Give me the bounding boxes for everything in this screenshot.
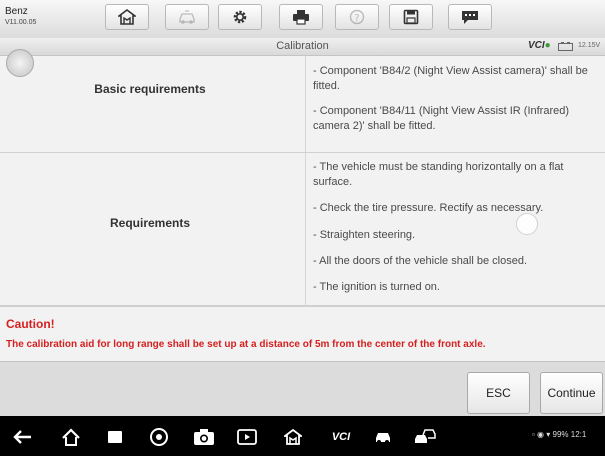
caution-panel: Caution! The calibration aid for long ra… xyxy=(0,306,605,361)
home-button[interactable] xyxy=(105,4,149,30)
requirement-item: - The ignition is turned on. xyxy=(313,281,440,293)
help-icon: ? xyxy=(349,9,365,25)
esc-button[interactable]: ESC xyxy=(467,372,530,414)
back-button[interactable] xyxy=(12,426,34,448)
home-icon xyxy=(118,9,136,25)
action-bar: ESC Continue xyxy=(0,361,605,417)
vehicles-button[interactable] xyxy=(414,426,436,448)
caution-title: Caution! xyxy=(6,317,55,331)
requirement-item: - Component 'B84/11 (Night View Assist I… xyxy=(313,105,570,132)
camera-button[interactable] xyxy=(193,426,215,448)
vci-label: VCI xyxy=(331,431,351,443)
requirement-item: - Straighten steering. xyxy=(313,229,416,241)
row-label-requirements: Requirements xyxy=(109,216,191,230)
android-home-button[interactable] xyxy=(60,426,82,448)
multi-car-icon xyxy=(415,429,436,443)
message-button[interactable] xyxy=(448,4,492,30)
requirements-table: Basic requirements - Component 'B84/2 (N… xyxy=(0,49,605,306)
svg-text:?: ? xyxy=(354,13,359,24)
gear-icon xyxy=(233,10,247,24)
app-name: Benz xyxy=(5,6,28,17)
page-title: Calibration xyxy=(276,40,329,52)
requirement-item: - Component 'B84/2 (Night View Assist ca… xyxy=(313,65,588,92)
autel-home-button[interactable] xyxy=(282,426,304,448)
settings-button[interactable] xyxy=(218,4,262,30)
wifi-icon: ▾ xyxy=(546,430,551,439)
camera-icon xyxy=(194,429,214,445)
message-icon xyxy=(462,11,478,24)
voltage-readout: 12.15V xyxy=(578,42,601,49)
requirement-item: - The vehicle must be standing horizonta… xyxy=(313,161,564,188)
battery-icon xyxy=(558,42,573,51)
printer-icon xyxy=(293,10,309,25)
media-icon xyxy=(237,429,257,445)
car-icon xyxy=(376,433,390,444)
home-arrow-icon xyxy=(62,428,80,446)
requirement-item: - Check the tire pressure. Rectify as ne… xyxy=(313,202,544,214)
vci-button[interactable]: VCI xyxy=(326,426,356,448)
status-bar: ▫ ◉ ▾ 99% 12:1 xyxy=(532,430,586,439)
overlay-handle[interactable] xyxy=(6,49,34,77)
requirement-item: - All the doors of the vehicle shall be … xyxy=(313,255,528,267)
table-row: Requirements - The vehicle must be stand… xyxy=(0,153,605,306)
save-button[interactable] xyxy=(389,4,433,30)
system-nav-bar: VCI ▫ ◉ ▾ 99% 12:1 xyxy=(0,416,605,456)
recent-apps-button[interactable] xyxy=(104,426,126,448)
help-button[interactable]: ? xyxy=(335,4,379,30)
back-arrow-icon xyxy=(13,430,31,444)
table-row: Basic requirements - Component 'B84/2 (N… xyxy=(0,56,605,153)
row-label-basic-requirements: Basic requirements xyxy=(94,82,206,96)
save-icon xyxy=(403,9,419,25)
continue-button[interactable]: Continue xyxy=(540,372,603,414)
vci-logo-text: VCI xyxy=(528,40,545,51)
status-text: 99% 12:1 xyxy=(552,430,587,439)
home-icon xyxy=(284,429,302,445)
top-toolbar: Benz V11.00.05 ? xyxy=(0,0,605,39)
column-divider xyxy=(305,153,306,305)
title-bar: Calibration VCI● 12.15V xyxy=(0,38,605,56)
caution-text: The calibration aid for long range shall… xyxy=(6,339,486,350)
notification-icon: ▫ ◉ xyxy=(532,430,545,439)
browser-icon xyxy=(150,428,168,446)
print-button[interactable] xyxy=(279,4,323,30)
touch-indicator xyxy=(516,213,538,235)
vehicle-swap-button[interactable] xyxy=(165,4,209,30)
vci-logo: VCI● xyxy=(528,40,551,51)
recent-apps-icon xyxy=(108,431,122,443)
vehicle-button[interactable] xyxy=(372,426,394,448)
app-version: V11.00.05 xyxy=(5,19,37,26)
browser-button[interactable] xyxy=(148,426,170,448)
media-button[interactable] xyxy=(236,426,258,448)
column-divider xyxy=(305,56,306,152)
vehicle-swap-icon xyxy=(179,10,195,24)
